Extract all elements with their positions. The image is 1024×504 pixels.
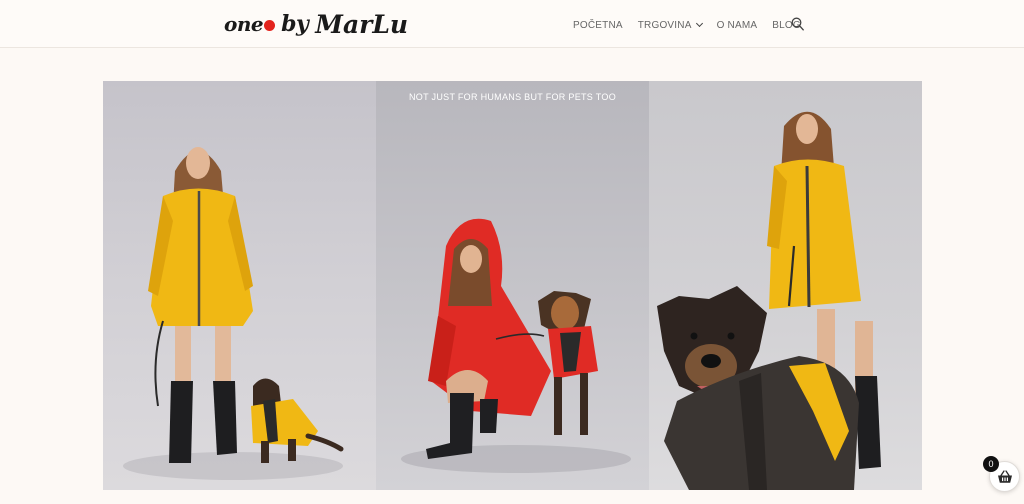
gallery-photo-1[interactable] [103,81,376,490]
nav-item-label: POČETNA [573,19,623,31]
photo-woman-yellow-raincoat [123,147,344,480]
main-nav: POČETNA TRGOVINA O NAMA BLOG [573,16,816,34]
basket-icon [997,469,1012,483]
site-header: one by MarLu POČETNA TRGOVINA O NAMA BLO… [0,0,1024,48]
nav-item-pocetna[interactable]: POČETNA [573,20,623,31]
hero-gallery: NOT JUST FOR HUMANS BUT FOR PETS TOO [103,81,922,490]
nav-item-label: TRGOVINA [637,19,692,31]
chevron-down-icon [695,19,703,28]
logo-red-dot [264,20,276,31]
nav-item-label: O NAMA [716,19,758,31]
gallery-photo-2[interactable]: NOT JUST FOR HUMANS BUT FOR PETS TOO [376,81,649,490]
cart-count-badge: 0 [983,456,999,472]
site-logo[interactable]: one by MarLu [224,8,408,40]
photo-woman-yellow-raincoat-dog-closeup [657,111,881,490]
nav-item-trgovina[interactable]: TRGOVINA [637,19,703,31]
search-icon[interactable] [791,17,804,31]
nav-item-o-nama[interactable]: O NAMA [717,20,758,31]
logo-text-by: by [281,11,309,37]
gallery-photo-3[interactable] [649,81,922,490]
gallery-caption: NOT JUST FOR HUMANS BUT FOR PETS TOO [409,92,616,102]
photo-woman-red-raincoat [401,218,631,473]
logo-text-marlu: MarLu [315,9,409,39]
logo-text-one: one [224,12,264,36]
